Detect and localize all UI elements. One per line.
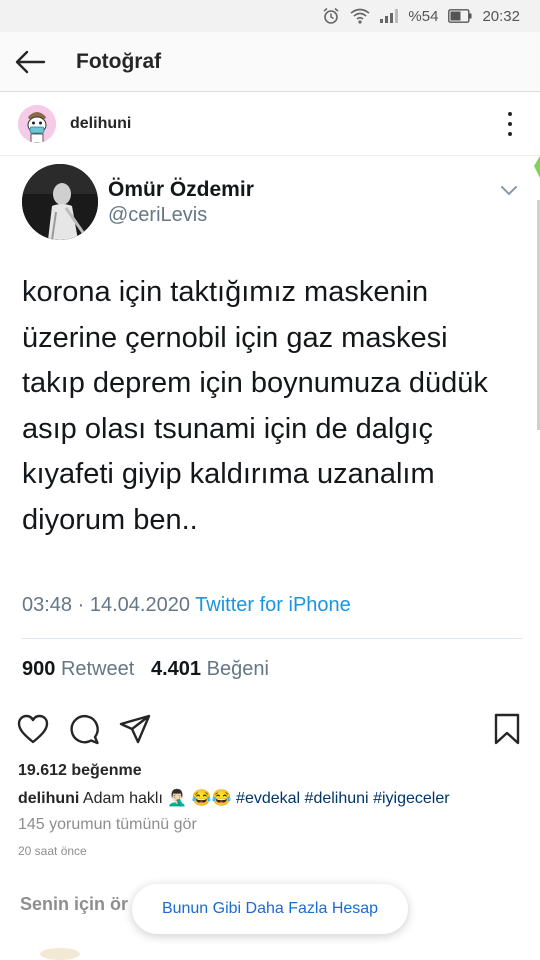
bookmark-button[interactable] bbox=[490, 712, 524, 746]
tweet-meta: 03:48 · 14.04.2020 Twitter for iPhone bbox=[22, 594, 351, 617]
post-caption: delihuni Adam haklı 🤦🏻‍♂️ 😂😂 #evdekal #d… bbox=[18, 788, 450, 808]
status-bar: %54 20:32 bbox=[0, 0, 540, 32]
caption-text: Adam haklı 🤦🏻‍♂️ 😂😂 bbox=[82, 790, 232, 807]
like-count: 4.401 bbox=[150, 658, 202, 680]
caption-username[interactable]: delihuni bbox=[18, 790, 79, 807]
post-header: delihuni bbox=[0, 92, 540, 156]
share-button[interactable] bbox=[118, 712, 152, 746]
alarm-icon bbox=[322, 7, 340, 25]
retweet-label: Retweet bbox=[60, 658, 135, 680]
post-timestamp: 20 saat önce bbox=[18, 844, 87, 858]
status-time: 20:32 bbox=[482, 7, 520, 25]
view-all-comments-link[interactable]: 145 yorumun tümünü gör bbox=[18, 816, 197, 834]
back-arrow-icon bbox=[15, 50, 46, 73]
hashtag-link[interactable]: #evdekal bbox=[236, 790, 300, 807]
more-accounts-toast-button[interactable]: Bunun Gibi Daha Fazla Hesap bbox=[132, 884, 408, 934]
tweet-text: korona için taktığımız maskenin üzerine … bbox=[22, 270, 522, 543]
chevron-down-icon bbox=[500, 184, 518, 202]
back-button[interactable] bbox=[0, 32, 60, 92]
tweet-date: 14.04.2020 bbox=[89, 594, 190, 616]
comment-icon bbox=[70, 714, 99, 745]
battery-icon bbox=[448, 9, 472, 23]
tweet-text-line: kıyafeti giyip kaldırıma uzanalım bbox=[22, 458, 435, 490]
more-vertical-icon bbox=[508, 112, 512, 116]
wifi-icon bbox=[350, 8, 370, 24]
likes-count[interactable]: 19.612 beğenme bbox=[18, 762, 142, 780]
avatar[interactable] bbox=[18, 104, 56, 143]
bookmark-icon bbox=[494, 713, 520, 745]
top-app-bar: Fotoğraf bbox=[0, 32, 540, 92]
partial-avatar bbox=[40, 948, 80, 960]
more-options-button[interactable] bbox=[502, 112, 518, 136]
tweet-text-line: asıp olası tsunami için de dalgıç bbox=[22, 412, 434, 445]
comment-button[interactable] bbox=[67, 712, 101, 746]
post-image-tweet[interactable]: Ömür Özdemir @ceriLevis korona için takt… bbox=[0, 156, 540, 704]
tweet-text-line: takıp deprem için boynumuza düdük bbox=[22, 367, 488, 399]
share-icon bbox=[119, 714, 151, 744]
battery-percent: %54 bbox=[408, 7, 439, 25]
heart-icon bbox=[17, 714, 49, 744]
like-button[interactable] bbox=[16, 712, 50, 746]
green-edge-mark bbox=[532, 156, 540, 178]
tweet-divider bbox=[22, 638, 522, 639]
hashtag-link[interactable]: #delihuni bbox=[305, 790, 369, 807]
hashtag-link[interactable]: #iyigeceler bbox=[373, 790, 449, 807]
post-actions bbox=[0, 712, 540, 752]
tweet-time: 03:48 bbox=[22, 594, 73, 616]
tweet-text-line: diyorum ben.. bbox=[22, 503, 198, 536]
tweet-avatar bbox=[22, 164, 98, 240]
post-username[interactable]: delihuni bbox=[70, 115, 131, 133]
tweet-stats: 900 Retweet 4.401 Beğeni bbox=[22, 658, 269, 681]
retweet-count: 900 bbox=[22, 658, 56, 680]
tweet-author-handle: @ceriLevis bbox=[108, 204, 208, 226]
tweet-text-line: korona için taktığımız maskenin bbox=[22, 276, 429, 308]
suggestions-heading: Senin için ör bbox=[20, 894, 129, 914]
tweet-text-line: üzerine çernobil için gaz maskesi bbox=[22, 321, 448, 354]
signal-icon bbox=[380, 9, 399, 23]
like-label: Beğeni bbox=[206, 658, 269, 680]
page-title: Fotoğraf bbox=[76, 49, 162, 73]
tweet-source: Twitter for iPhone bbox=[195, 594, 351, 616]
tweet-meta-separator: · bbox=[77, 594, 85, 616]
tweet-author-name: Ömür Özdemir bbox=[108, 178, 254, 201]
